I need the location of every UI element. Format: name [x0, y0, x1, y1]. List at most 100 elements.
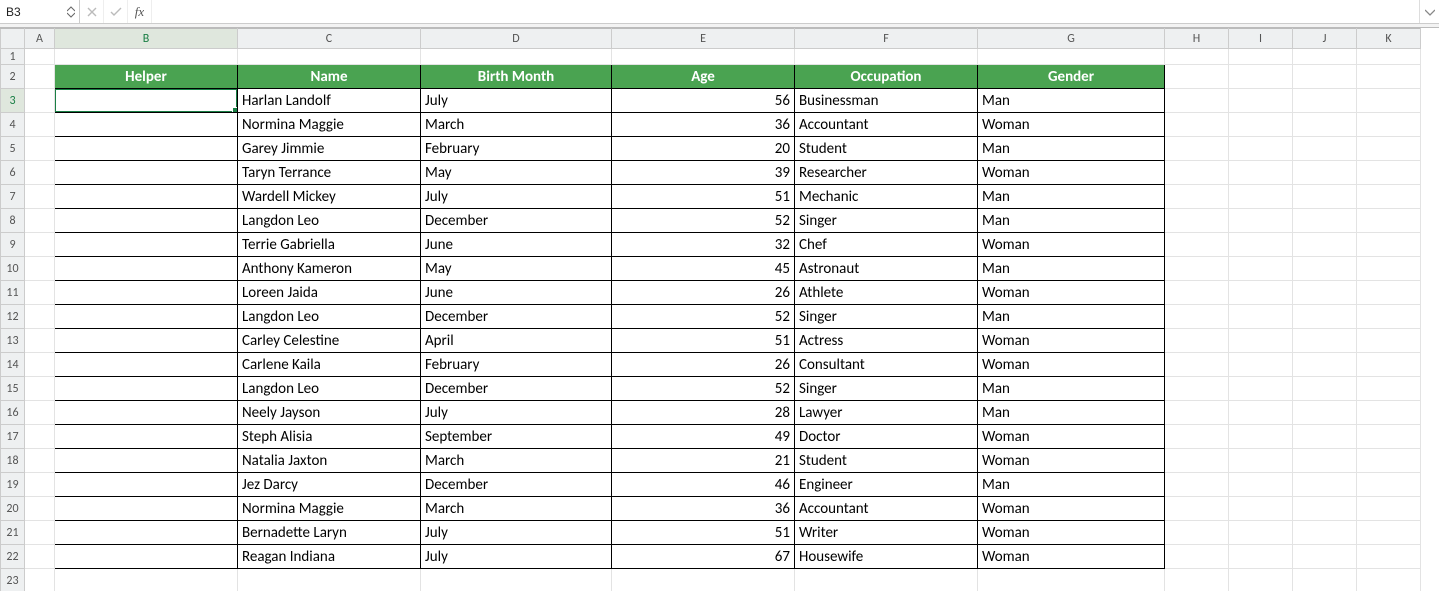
cell-H3[interactable] — [1165, 89, 1229, 113]
cell-G3[interactable]: Man — [978, 89, 1165, 113]
row-header-22[interactable]: 22 — [1, 545, 25, 569]
cell-J15[interactable] — [1293, 377, 1357, 401]
cell-H19[interactable] — [1165, 473, 1229, 497]
cell-H7[interactable] — [1165, 185, 1229, 209]
cell-D17[interactable]: September — [421, 425, 612, 449]
col-header-F[interactable]: F — [795, 29, 978, 49]
cell-K23[interactable] — [1357, 569, 1421, 591]
row-header-19[interactable]: 19 — [1, 473, 25, 497]
cell-F21[interactable]: Writer — [795, 521, 978, 545]
cell-A1[interactable] — [25, 49, 55, 65]
cell-E12[interactable]: 52 — [612, 305, 795, 329]
cell-G21[interactable]: Woman — [978, 521, 1165, 545]
cell-H12[interactable] — [1165, 305, 1229, 329]
cell-D8[interactable]: December — [421, 209, 612, 233]
col-header-E[interactable]: E — [612, 29, 795, 49]
cell-J4[interactable] — [1293, 113, 1357, 137]
cell-E18[interactable]: 21 — [612, 449, 795, 473]
row-header-14[interactable]: 14 — [1, 353, 25, 377]
cell-J16[interactable] — [1293, 401, 1357, 425]
cell-G8[interactable]: Man — [978, 209, 1165, 233]
cell-A14[interactable] — [25, 353, 55, 377]
cell-K7[interactable] — [1357, 185, 1421, 209]
cell-G19[interactable]: Man — [978, 473, 1165, 497]
cell-K1[interactable] — [1357, 49, 1421, 65]
cell-G12[interactable]: Man — [978, 305, 1165, 329]
cell-E4[interactable]: 36 — [612, 113, 795, 137]
cell-B20[interactable] — [55, 497, 238, 521]
cell-K6[interactable] — [1357, 161, 1421, 185]
cell-C8[interactable]: Langdon Leo — [238, 209, 421, 233]
cell-F5[interactable]: Student — [795, 137, 978, 161]
col-header-K[interactable]: K — [1357, 29, 1421, 49]
cell-K4[interactable] — [1357, 113, 1421, 137]
cell-B7[interactable] — [55, 185, 238, 209]
cell-E3[interactable]: 56 — [612, 89, 795, 113]
col-header-J[interactable]: J — [1293, 29, 1357, 49]
col-header-D[interactable]: D — [421, 29, 612, 49]
cell-A4[interactable] — [25, 113, 55, 137]
cell-K2[interactable] — [1357, 65, 1421, 89]
cell-F23[interactable] — [795, 569, 978, 591]
cell-H8[interactable] — [1165, 209, 1229, 233]
cell-A17[interactable] — [25, 425, 55, 449]
cell-J7[interactable] — [1293, 185, 1357, 209]
cell-G20[interactable]: Woman — [978, 497, 1165, 521]
cell-B9[interactable] — [55, 233, 238, 257]
cell-I15[interactable] — [1229, 377, 1293, 401]
cell-E1[interactable] — [612, 49, 795, 65]
cell-B12[interactable] — [55, 305, 238, 329]
cell-K8[interactable] — [1357, 209, 1421, 233]
cell-K3[interactable] — [1357, 89, 1421, 113]
cell-F13[interactable]: Actress — [795, 329, 978, 353]
cell-G22[interactable]: Woman — [978, 545, 1165, 569]
cell-C19[interactable]: Jez Darcy — [238, 473, 421, 497]
cell-G4[interactable]: Woman — [978, 113, 1165, 137]
cell-G16[interactable]: Man — [978, 401, 1165, 425]
cell-G2[interactable]: Gender — [978, 65, 1165, 89]
fx-label[interactable]: fx — [128, 0, 152, 23]
cell-E14[interactable]: 26 — [612, 353, 795, 377]
cell-C23[interactable] — [238, 569, 421, 591]
cell-A21[interactable] — [25, 521, 55, 545]
cell-E8[interactable]: 52 — [612, 209, 795, 233]
cell-H16[interactable] — [1165, 401, 1229, 425]
cell-I12[interactable] — [1229, 305, 1293, 329]
cell-J5[interactable] — [1293, 137, 1357, 161]
cell-A6[interactable] — [25, 161, 55, 185]
cell-H5[interactable] — [1165, 137, 1229, 161]
cell-G5[interactable]: Man — [978, 137, 1165, 161]
cell-A5[interactable] — [25, 137, 55, 161]
cell-F20[interactable]: Accountant — [795, 497, 978, 521]
cell-B19[interactable] — [55, 473, 238, 497]
formula-input[interactable] — [152, 0, 1419, 23]
expand-formula-bar-icon[interactable] — [1419, 0, 1439, 23]
cell-H18[interactable] — [1165, 449, 1229, 473]
cell-D21[interactable]: July — [421, 521, 612, 545]
cell-I7[interactable] — [1229, 185, 1293, 209]
cell-C2[interactable]: Name — [238, 65, 421, 89]
cell-B15[interactable] — [55, 377, 238, 401]
cell-J10[interactable] — [1293, 257, 1357, 281]
cell-B2[interactable]: Helper — [55, 65, 238, 89]
cell-K11[interactable] — [1357, 281, 1421, 305]
cell-C17[interactable]: Steph Alisia — [238, 425, 421, 449]
cell-I1[interactable] — [1229, 49, 1293, 65]
cell-F18[interactable]: Student — [795, 449, 978, 473]
cell-I14[interactable] — [1229, 353, 1293, 377]
cell-H17[interactable] — [1165, 425, 1229, 449]
cell-F4[interactable]: Accountant — [795, 113, 978, 137]
cell-I5[interactable] — [1229, 137, 1293, 161]
cell-K20[interactable] — [1357, 497, 1421, 521]
cell-C21[interactable]: Bernadette Laryn — [238, 521, 421, 545]
row-header-2[interactable]: 2 — [1, 65, 25, 89]
cell-C18[interactable]: Natalia Jaxton — [238, 449, 421, 473]
cell-J8[interactable] — [1293, 209, 1357, 233]
cell-D6[interactable]: May — [421, 161, 612, 185]
cell-E2[interactable]: Age — [612, 65, 795, 89]
row-header-15[interactable]: 15 — [1, 377, 25, 401]
col-header-H[interactable]: H — [1165, 29, 1229, 49]
cell-A10[interactable] — [25, 257, 55, 281]
cell-I11[interactable] — [1229, 281, 1293, 305]
cell-B13[interactable] — [55, 329, 238, 353]
